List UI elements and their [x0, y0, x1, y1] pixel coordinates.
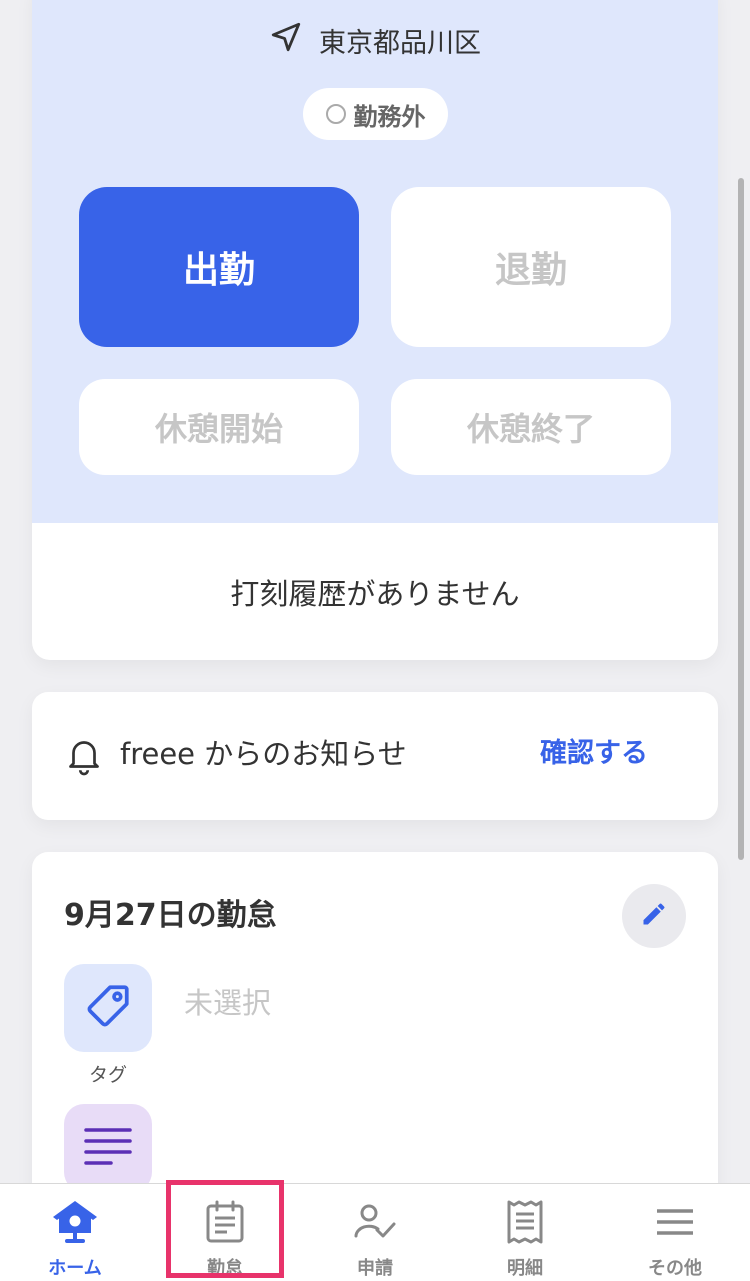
edit-attendance-button[interactable] — [622, 884, 686, 948]
person-check-icon — [351, 1200, 399, 1244]
punch-history-empty: 打刻履歴がありません — [230, 576, 520, 611]
status-badge: 勤務外 — [303, 88, 448, 140]
nav-home-label: ホーム — [48, 1258, 102, 1279]
status-label: 勤務外 — [353, 102, 426, 131]
home-scroll-area[interactable]: 東京都品川区 勤務外 出勤 退勤 休憩開始 休憩終了 打刻履歴がありません fr… — [0, 0, 750, 1183]
bottom-nav: ホーム 勤怠 申請 明細 その他 — [0, 1183, 750, 1281]
tag-icon — [83, 981, 133, 1035]
location-arrow-icon — [269, 20, 303, 61]
clock-out-button[interactable]: 退勤 — [391, 187, 671, 347]
nav-request-label: 申請 — [357, 1258, 393, 1279]
nav-home[interactable]: ホーム — [0, 1184, 150, 1281]
attendance-card: 9月27日の勤怠 タグ 未選択 — [32, 852, 718, 1183]
scrollbar[interactable] — [738, 178, 744, 860]
menu-lines-icon — [651, 1200, 699, 1244]
punch-card: 東京都品川区 勤務外 出勤 退勤 休憩開始 休憩終了 打刻履歴がありません — [32, 0, 718, 660]
nav-more[interactable]: その他 — [600, 1184, 750, 1281]
pencil-icon — [640, 900, 668, 932]
confirm-notice-link[interactable]: 確認する — [540, 732, 648, 776]
location-text: 東京都品川区 — [319, 27, 481, 59]
bell-icon — [66, 736, 102, 776]
receipt-icon — [501, 1200, 549, 1244]
memo-lines-icon — [83, 1124, 133, 1172]
status-circle-icon — [325, 104, 346, 124]
break-start-button[interactable]: 休憩開始 — [79, 379, 359, 475]
tag-value[interactable]: 未選択 — [184, 980, 271, 1022]
nav-attendance[interactable]: 勤怠 — [150, 1184, 300, 1281]
notice-card[interactable]: freee からのお知らせ 確認する — [32, 692, 718, 820]
punch-panel: 東京都品川区 勤務外 出勤 退勤 休憩開始 休憩終了 — [32, 0, 718, 523]
tag-button[interactable] — [64, 964, 152, 1052]
memo-button[interactable] — [64, 1104, 152, 1183]
calendar-note-icon — [201, 1200, 249, 1244]
notice-text: freee からのお知らせ — [120, 737, 407, 771]
nav-attendance-label: 勤怠 — [207, 1258, 243, 1279]
location-row: 東京都品川区 — [32, 20, 718, 60]
clock-in-button[interactable]: 出勤 — [79, 187, 359, 347]
attendance-title: 9月27日の勤怠 — [64, 898, 277, 933]
nav-request[interactable]: 申請 — [300, 1184, 450, 1281]
nav-payslip[interactable]: 明細 — [450, 1184, 600, 1281]
break-end-button[interactable]: 休憩終了 — [391, 379, 671, 475]
nav-payslip-label: 明細 — [507, 1258, 543, 1279]
tag-label: タグ — [88, 1064, 127, 1086]
nav-more-label: その他 — [648, 1258, 702, 1279]
home-birdhouse-icon — [51, 1200, 99, 1244]
